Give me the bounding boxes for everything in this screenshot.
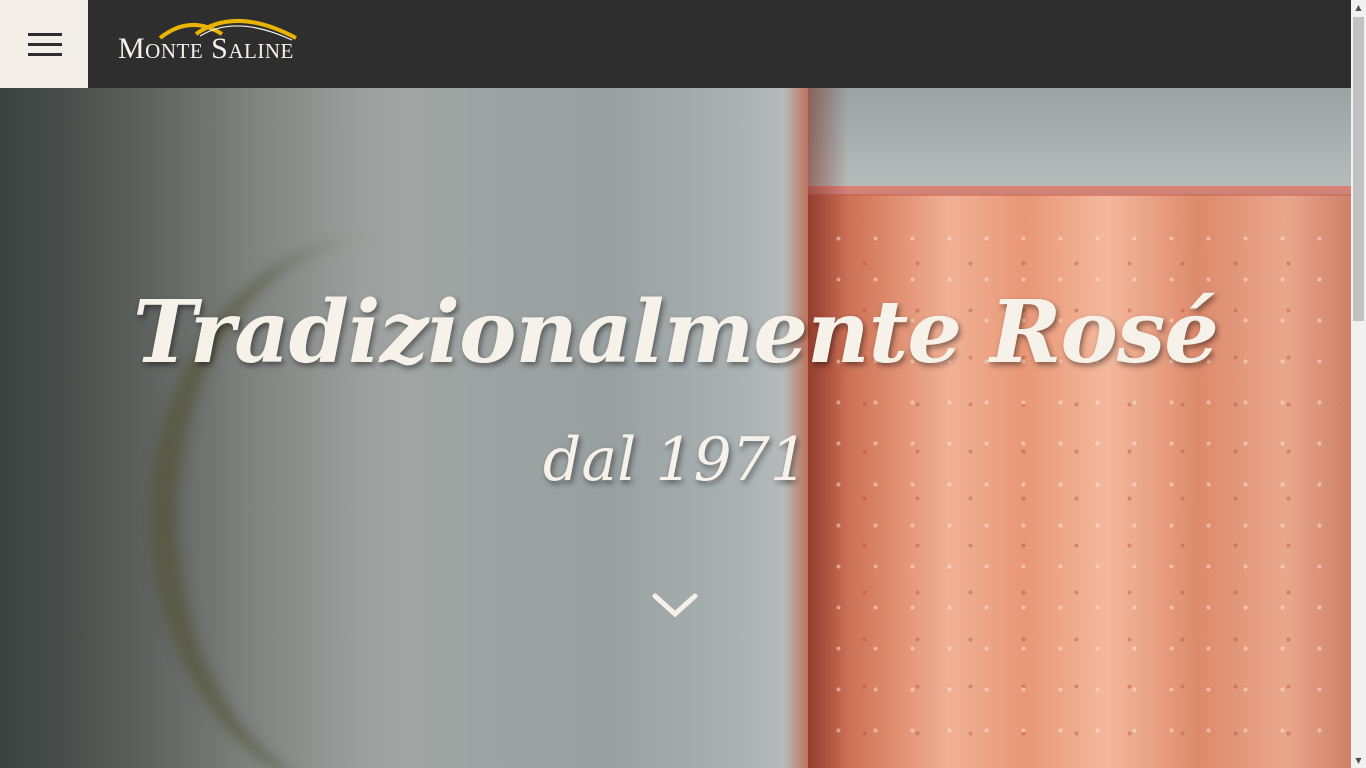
scrollbar-thumb[interactable] xyxy=(1353,17,1364,321)
vertical-scrollbar[interactable]: ▲ ▼ xyxy=(1351,0,1366,768)
scroll-down-arrow-icon[interactable]: ▼ xyxy=(1351,753,1366,768)
page: Monte Saline Tradizionalmente Rosé dal 1… xyxy=(0,0,1366,768)
scroll-up-arrow-icon[interactable]: ▲ xyxy=(1351,0,1366,15)
hero-title: Tradizionalmente Rosé xyxy=(133,282,1219,383)
site-header: Monte Saline xyxy=(0,0,1351,88)
hero-banner: Tradizionalmente Rosé dal 1971 xyxy=(0,88,1351,768)
scroll-down-button[interactable] xyxy=(651,584,699,624)
chevron-down-icon xyxy=(652,593,698,618)
menu-button[interactable] xyxy=(0,0,88,88)
logo-text: Monte Saline xyxy=(118,32,294,65)
hero-subtitle: dal 1971 xyxy=(542,425,809,495)
site-logo[interactable]: Monte Saline xyxy=(118,12,340,72)
